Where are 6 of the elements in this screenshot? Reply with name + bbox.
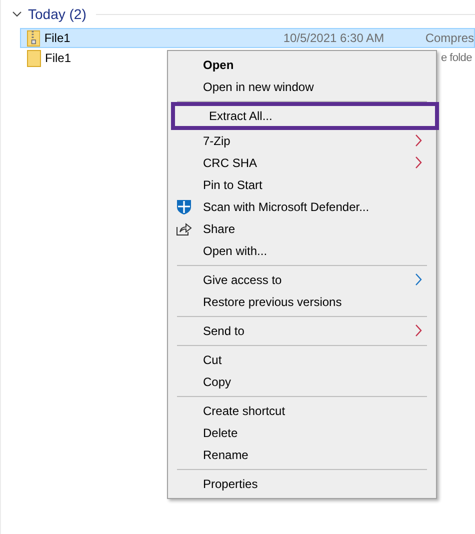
file-type: e folde [441, 52, 472, 64]
file-date: 10/5/2021 6:30 AM [283, 31, 384, 45]
file-type: Compres [425, 31, 474, 45]
group-title: Today (2) [28, 6, 86, 22]
file-name: File1 [44, 31, 72, 45]
file-name: File1 [45, 51, 72, 65]
